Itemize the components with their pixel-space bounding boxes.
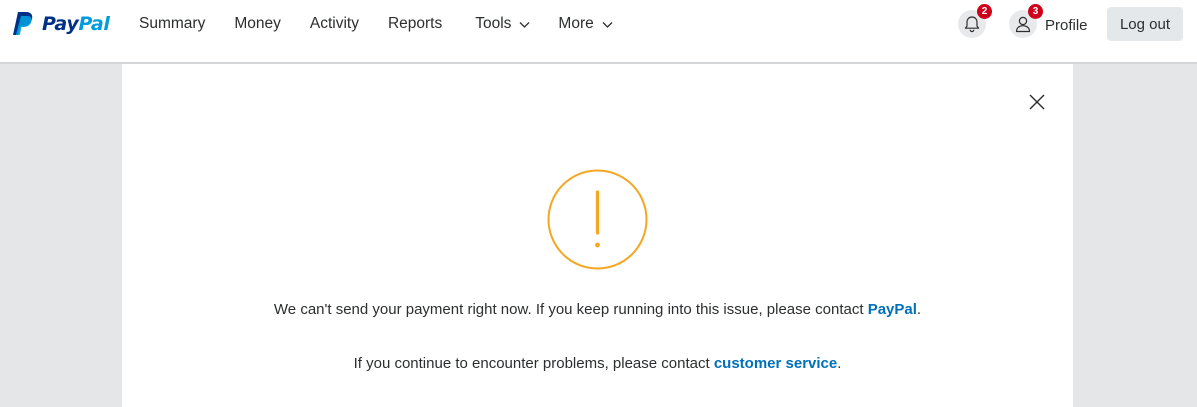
secondary-message-period: .: [837, 355, 842, 372]
notifications-count-badge: 2: [977, 4, 992, 19]
customer-service-link[interactable]: customer service: [714, 355, 837, 372]
nav-item-activity[interactable]: Activity: [310, 15, 359, 33]
error-message: We can't send your payment right now. If…: [122, 301, 1073, 318]
nav-item-reports[interactable]: Reports: [388, 15, 442, 33]
nav-label: Money: [234, 15, 281, 32]
nav-item-more[interactable]: More: [558, 15, 613, 33]
top-navigation-bar: PayPal Summary Money Activity Reports To…: [0, 0, 1197, 64]
secondary-message: If you continue to encounter problems, p…: [122, 355, 1073, 372]
error-message-period: .: [916, 301, 922, 318]
paypal-contact-link[interactable]: PayPal: [868, 301, 917, 318]
nav-label: Reports: [387, 15, 443, 32]
exclamation-circle-icon: [547, 169, 648, 270]
chevron-down-icon: [602, 21, 613, 28]
nav-label: Tools: [475, 15, 512, 32]
nav-item-tools[interactable]: Tools: [475, 15, 530, 33]
profile-link[interactable]: Profile: [1045, 17, 1088, 34]
paypal-logo[interactable]: PayPal: [12, 11, 110, 37]
nav-label: Activity: [309, 15, 359, 32]
chevron-down-icon: [519, 21, 530, 28]
nav-label: More: [558, 15, 594, 32]
profile-count-badge: 3: [1028, 4, 1043, 19]
close-icon[interactable]: [1028, 93, 1046, 111]
paypal-logo-icon: [13, 12, 33, 35]
bell-icon: [964, 16, 980, 33]
logout-button[interactable]: Log out: [1107, 7, 1183, 41]
error-message-text: We can't send your payment right now. If…: [273, 301, 868, 318]
main-nav: Summary Money Activity Reports Tools Mor…: [139, 0, 613, 48]
wordmark-pal: Pal: [78, 13, 110, 35]
secondary-message-text: If you continue to encounter problems, p…: [353, 355, 714, 372]
nav-label: Summary: [139, 15, 206, 32]
user-icon: [1015, 16, 1031, 33]
wordmark-pay: Pay: [42, 13, 79, 35]
paypal-wordmark: PayPal: [42, 13, 110, 35]
nav-item-money[interactable]: Money: [234, 15, 281, 33]
nav-item-summary[interactable]: Summary: [139, 15, 205, 33]
error-panel: We can't send your payment right now. If…: [122, 64, 1073, 407]
